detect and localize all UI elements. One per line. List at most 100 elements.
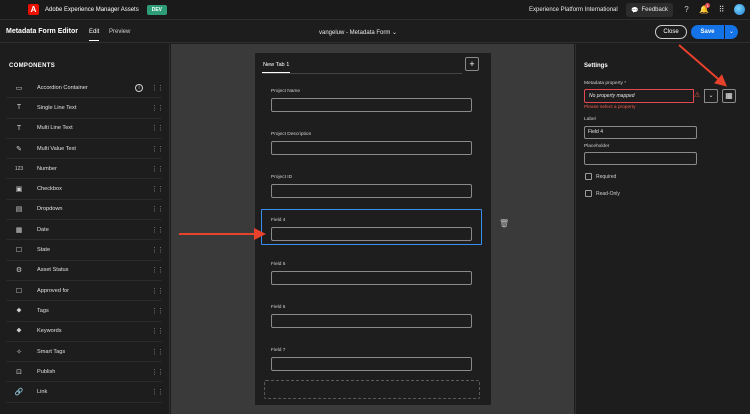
drag-handle-icon[interactable]: ⋮⋮ [151,327,164,335]
drop-zone[interactable] [264,380,480,399]
required-checkbox[interactable] [585,173,592,180]
component-label: Multi Value Text [37,145,76,152]
org-switcher[interactable]: Experience Platform International [529,7,618,13]
drag-handle-icon[interactable]: ⋮⋮ [151,368,164,376]
component-item[interactable]: ▭ Accordion Container i ⋮⋮ [6,78,164,99]
form-field-input[interactable] [271,357,472,371]
feedback-button[interactable]: 💬 Feedback [626,3,673,17]
component-item[interactable]: ▣ Checkbox ⋮⋮ [6,179,164,200]
component-item[interactable]: 123 Number ⋮⋮ [6,159,164,180]
component-item[interactable]: T Multi Line Text ⋮⋮ [6,119,164,139]
drag-handle-icon[interactable]: ⋮⋮ [151,104,164,112]
selected-field-outline [261,209,482,245]
placeholder-input[interactable] [584,152,697,165]
save-button[interactable]: Save [691,25,724,39]
tab-edit[interactable]: Edit [89,29,100,41]
component-label: Asset Status [37,267,69,274]
form-field-input[interactable] [271,98,472,112]
close-button[interactable]: Close [655,25,687,39]
component-item[interactable]: ⚙ Asset Status ⋮⋮ [6,261,164,281]
state-icon: ☐ [15,247,23,255]
form-field-input[interactable] [271,271,472,285]
drag-handle-icon[interactable]: ⋮⋮ [151,124,164,132]
user-avatar[interactable] [734,4,745,15]
component-item[interactable]: ▤ Dropdown ⋮⋮ [6,200,164,221]
form-field[interactable]: Project ID [271,175,472,198]
component-item[interactable]: ☐ Approved for ⋮⋮ [6,281,164,302]
form-field[interactable]: Field 6 [271,305,472,328]
drag-handle-icon[interactable]: ⋮⋮ [151,84,164,92]
component-item[interactable]: ✎ Multi Value Text ⋮⋮ [6,139,164,160]
calendar-icon: ▦ [15,226,23,234]
component-label: Dropdown [37,206,63,213]
help-icon[interactable]: ? [682,5,691,14]
settings-panel: Settings Metadata property * No property… [575,44,750,414]
component-label: Link [37,389,48,396]
delete-trash-icon[interactable]: 🗑 [499,219,509,228]
checkbox-icon: ▣ [15,186,23,194]
info-icon[interactable]: i [135,83,143,92]
save-options-chevron-icon[interactable]: ⌄ [725,25,738,39]
component-label: Single Line Text [37,104,77,111]
document-title[interactable]: vangeluw - Metadata Form ⌄ [319,29,397,36]
multi-value-icon: ✎ [16,145,22,153]
form-field-input[interactable] [271,314,472,328]
components-heading: COMPONENTS [9,63,56,69]
drag-handle-icon[interactable]: ⋮⋮ [151,145,164,153]
component-item[interactable]: ✧ Smart Tags ⋮⋮ [6,342,164,363]
drag-handle-icon[interactable]: ⋮⋮ [151,287,164,295]
document-title-text: vangeluw - Metadata Form [319,30,391,36]
component-label: Multi Line Text [37,125,73,132]
form-field-input[interactable] [271,184,472,198]
tag-icon: ⬥ [16,306,22,314]
drag-handle-icon[interactable]: ⋮⋮ [151,348,164,356]
tab-new-tab-1[interactable]: New Tab 1 [263,62,289,68]
component-label: Approved for [37,287,70,294]
form-field[interactable]: Field 7 [271,348,472,371]
drag-handle-icon[interactable]: ⋮⋮ [151,246,164,254]
label-input[interactable]: Field 4 [584,126,697,139]
drag-handle-icon[interactable]: ⋮⋮ [151,226,164,234]
component-label: Smart Tags [37,348,66,355]
component-item[interactable]: ☐ State ⋮⋮ [6,240,164,261]
drag-handle-icon[interactable]: ⋮⋮ [151,165,164,173]
editor-title: Metadata Form Editor [6,28,78,35]
component-item[interactable]: ⬥ Tags ⋮⋮ [6,301,164,322]
drag-handle-icon[interactable]: ⋮⋮ [151,205,164,213]
component-item[interactable]: 🔗 Link ⋮⋮ [6,382,164,403]
component-label: Accordion Container [37,84,88,91]
component-item[interactable]: ▦ Date ⋮⋮ [6,220,164,241]
property-dropdown-chevron-icon[interactable]: ⌄ [704,89,718,103]
form-field[interactable]: Project Name [271,89,472,112]
property-browse-table-icon[interactable]: ▦ [722,89,736,103]
metadata-property-field[interactable]: No property mapped [584,89,694,103]
required-marker: * [624,81,627,86]
component-item[interactable]: ⬥ Keywords ⋮⋮ [6,322,164,342]
form-field-label: Field 5 [271,262,286,267]
component-label: Checkbox [37,186,62,193]
drag-handle-icon[interactable]: ⋮⋮ [151,388,164,396]
component-item[interactable]: ⊡ Publish ⋮⋮ [6,362,164,383]
components-list: ▭ Accordion Container i ⋮⋮ T Single Line Text… [6,78,164,403]
tab-preview[interactable]: Preview [109,29,130,35]
drag-handle-icon[interactable]: ⋮⋮ [151,307,164,315]
drag-handle-icon[interactable]: ⋮⋮ [151,185,164,193]
form-field[interactable]: Project Description [271,132,472,155]
form-field[interactable]: Field 5 [271,262,472,285]
notification-count-badge: 1 [705,3,710,8]
keyword-icon: ⬥ [16,327,22,335]
drag-handle-icon[interactable]: ⋮⋮ [151,266,164,274]
component-item[interactable]: T Single Line Text ⋮⋮ [6,98,164,119]
app-title[interactable]: Adobe Experience Manager Assets [45,7,139,13]
required-checkbox-label: Required [596,174,617,180]
form-field-input[interactable] [271,141,472,155]
accordion-icon: ▭ [15,84,23,92]
property-error-text: Please select a property [584,105,636,110]
form-field-label: Field 6 [271,305,286,310]
adobe-logo-icon[interactable]: A [28,4,39,15]
apps-grid-icon[interactable]: ⠿ [717,5,726,14]
components-panel: COMPONENTS ▭ Accordion Container i ⋮⋮ T Singl… [0,44,170,414]
add-tab-plus-icon[interactable]: + [465,57,479,71]
metadata-property-label: Metadata property * [584,81,626,86]
readonly-checkbox[interactable] [585,190,592,197]
